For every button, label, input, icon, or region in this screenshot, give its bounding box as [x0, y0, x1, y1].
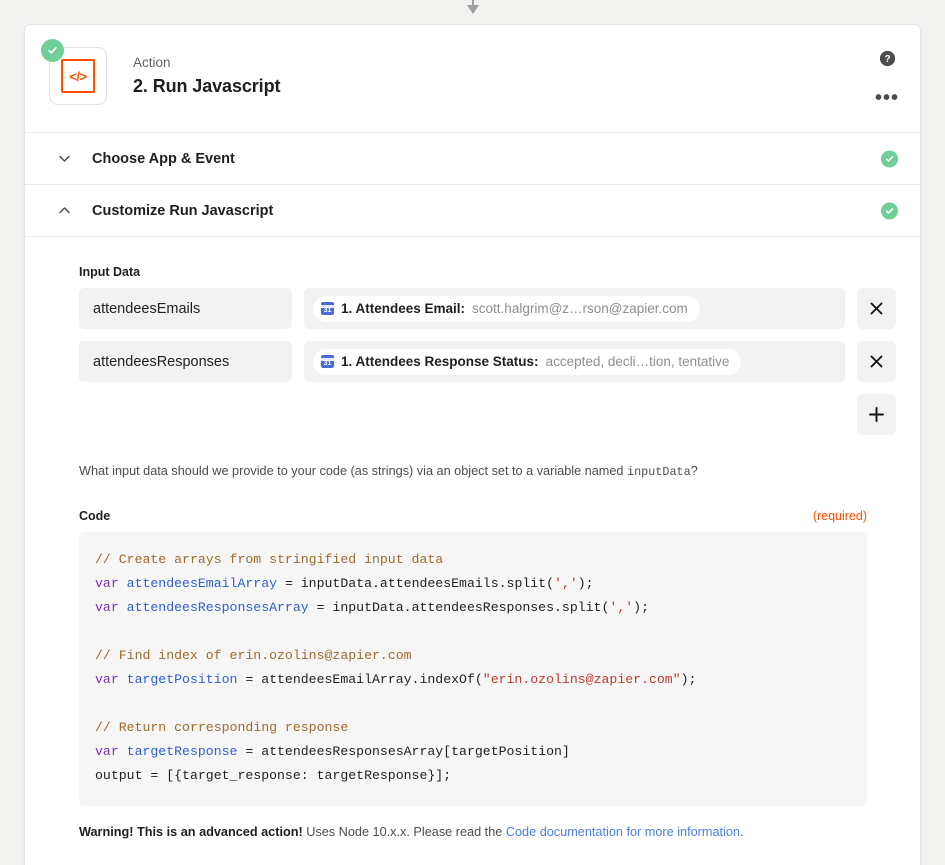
plus-icon: [869, 407, 884, 422]
input-key-value: attendeesResponses: [93, 353, 230, 370]
helper-text-before: What input data should we provide to you…: [79, 464, 627, 478]
token-value: scott.halgrim@z…rson@zapier.com: [472, 301, 688, 316]
input-key-field[interactable]: attendeesResponses: [79, 341, 292, 382]
remove-input-row-button[interactable]: [857, 288, 896, 329]
code-line: output = [{target_response: targetRespon…: [95, 764, 851, 788]
code-line: var targetPosition = attendeesEmailArray…: [95, 668, 851, 692]
check-circle-icon: [41, 39, 64, 62]
warning-suffix: .: [739, 824, 744, 839]
section-customize-run-javascript[interactable]: Customize Run Javascript: [25, 185, 920, 237]
code-line: // Return corresponding response: [95, 716, 851, 740]
code-label-row: Code (required): [79, 509, 867, 523]
input-data-row: attendeesEmails 31 1. Attendees Email: s…: [79, 288, 896, 329]
customize-panel-body: Input Data attendeesEmails 31 1. Attende…: [25, 237, 920, 865]
step-header-text: Action 2. Run Javascript: [133, 45, 280, 97]
code-line: // Create arrays from stringified input …: [95, 548, 851, 572]
chevron-down-icon: [55, 150, 73, 168]
add-input-row-button[interactable]: [857, 394, 896, 435]
section-choose-app-event[interactable]: Choose App & Event: [25, 133, 920, 185]
input-data-rows: attendeesEmails 31 1. Attendees Email: s…: [79, 288, 896, 435]
code-token: // Find index of erin.ozolins@zapier.com: [95, 647, 412, 663]
code-token: attendeesEmailArray: [126, 575, 278, 591]
remove-input-row-button[interactable]: [857, 341, 896, 382]
check-circle-icon: [881, 202, 898, 219]
code-token: attendeesResponsesArray: [126, 599, 309, 615]
add-input-row-container: [79, 394, 896, 435]
input-key-field[interactable]: attendeesEmails: [79, 288, 292, 329]
code-token: );: [680, 671, 697, 687]
data-token[interactable]: 31 1. Attendees Response Status: accepte…: [313, 348, 742, 375]
required-badge: (required): [812, 508, 867, 523]
code-token: ',': [554, 575, 578, 591]
code-token: // Return corresponding response: [95, 719, 349, 735]
input-value-field[interactable]: 31 1. Attendees Response Status: accepte…: [304, 341, 845, 382]
code-token: = attendeesEmailArray.indexOf(: [237, 671, 483, 687]
check-circle-icon: [881, 150, 898, 167]
step-card: </> Action 2. Run Javascript ? ••• Choos…: [24, 24, 921, 865]
ellipsis-glyph: •••: [875, 87, 900, 109]
google-calendar-icon: 31: [321, 355, 334, 368]
code-line: var attendeesEmailArray = inputData.atte…: [95, 572, 851, 596]
google-calendar-icon: 31: [321, 302, 334, 315]
help-circle-icon[interactable]: ?: [876, 47, 898, 69]
zap-editor-step-panel: </> Action 2. Run Javascript ? ••• Choos…: [0, 0, 945, 865]
code-editor[interactable]: // Create arrays from stringified input …: [79, 531, 867, 806]
code-documentation-link[interactable]: Code documentation for more information: [506, 825, 740, 839]
ellipsis-icon[interactable]: •••: [875, 87, 900, 109]
warning-bold: Warning! This is an advanced action!: [79, 824, 303, 839]
arrow-down-icon: [466, 0, 480, 18]
code-line: // Find index of erin.ozolins@zapier.com: [95, 644, 851, 668]
input-data-helper-text: What input data should we provide to you…: [79, 462, 896, 482]
input-data-label: Input Data: [79, 265, 141, 279]
input-data-row: attendeesResponses 31 1. Attendees Respo…: [79, 341, 896, 382]
chevron-up-icon: [55, 202, 73, 220]
step-kicker: Action: [133, 55, 171, 70]
step-header[interactable]: </> Action 2. Run Javascript ? •••: [25, 25, 920, 133]
code-token: = inputData.attendeesResponses.split(: [308, 599, 610, 615]
warning-text: Warning! This is an advanced action! Use…: [79, 823, 896, 842]
token-label: 1. Attendees Response Status:: [341, 354, 539, 369]
code-line: var attendeesResponsesArray = inputData.…: [95, 596, 851, 620]
code-token: );: [577, 575, 594, 591]
code-token: var: [95, 671, 127, 687]
input-key-value: attendeesEmails: [93, 300, 201, 317]
section-label: Customize Run Javascript: [92, 202, 274, 219]
code-token: targetResponse: [126, 743, 238, 759]
input-value-field[interactable]: 31 1. Attendees Email: scott.halgrim@z…r…: [304, 288, 845, 329]
code-token: ',': [609, 599, 634, 615]
app-icon-glyph: </>: [61, 59, 95, 93]
code-line: var targetResponse = attendeesResponsesA…: [95, 740, 851, 764]
svg-text:?: ?: [884, 54, 890, 65]
app-icon-wrapper: </>: [41, 39, 107, 105]
code-token: = inputData.attendeesEmails.split(: [277, 575, 555, 591]
code-token: "erin.ozolins@zapier.com": [482, 671, 681, 687]
token-label: 1. Attendees Email:: [341, 301, 466, 316]
helper-text-code: inputData: [626, 465, 691, 479]
header-actions: ? •••: [875, 47, 900, 109]
token-value: accepted, decli…tion, tentative: [545, 354, 730, 369]
code-token: var: [95, 743, 127, 759]
code-token: );: [633, 599, 649, 615]
code-token: output = [{target_response: targetRespon…: [95, 767, 452, 783]
warning-body: Uses Node 10.x.x. Please read the: [302, 824, 506, 839]
code-label: Code: [79, 508, 111, 523]
helper-text-after: ?: [690, 464, 698, 478]
connector-arrowhead: [467, 5, 479, 14]
code-token: targetPosition: [126, 671, 238, 687]
section-label: Choose App & Event: [92, 150, 235, 167]
close-icon: [870, 302, 883, 315]
code-token: var: [95, 575, 127, 591]
code-token: var: [95, 599, 127, 615]
code-token: = attendeesResponsesArray[targetPosition…: [237, 743, 570, 759]
code-token: // Create arrays from stringified input …: [95, 551, 444, 567]
page-title: 2. Run Javascript: [133, 76, 281, 97]
close-icon: [870, 355, 883, 368]
data-token[interactable]: 31 1. Attendees Email: scott.halgrim@z…r…: [313, 295, 700, 322]
